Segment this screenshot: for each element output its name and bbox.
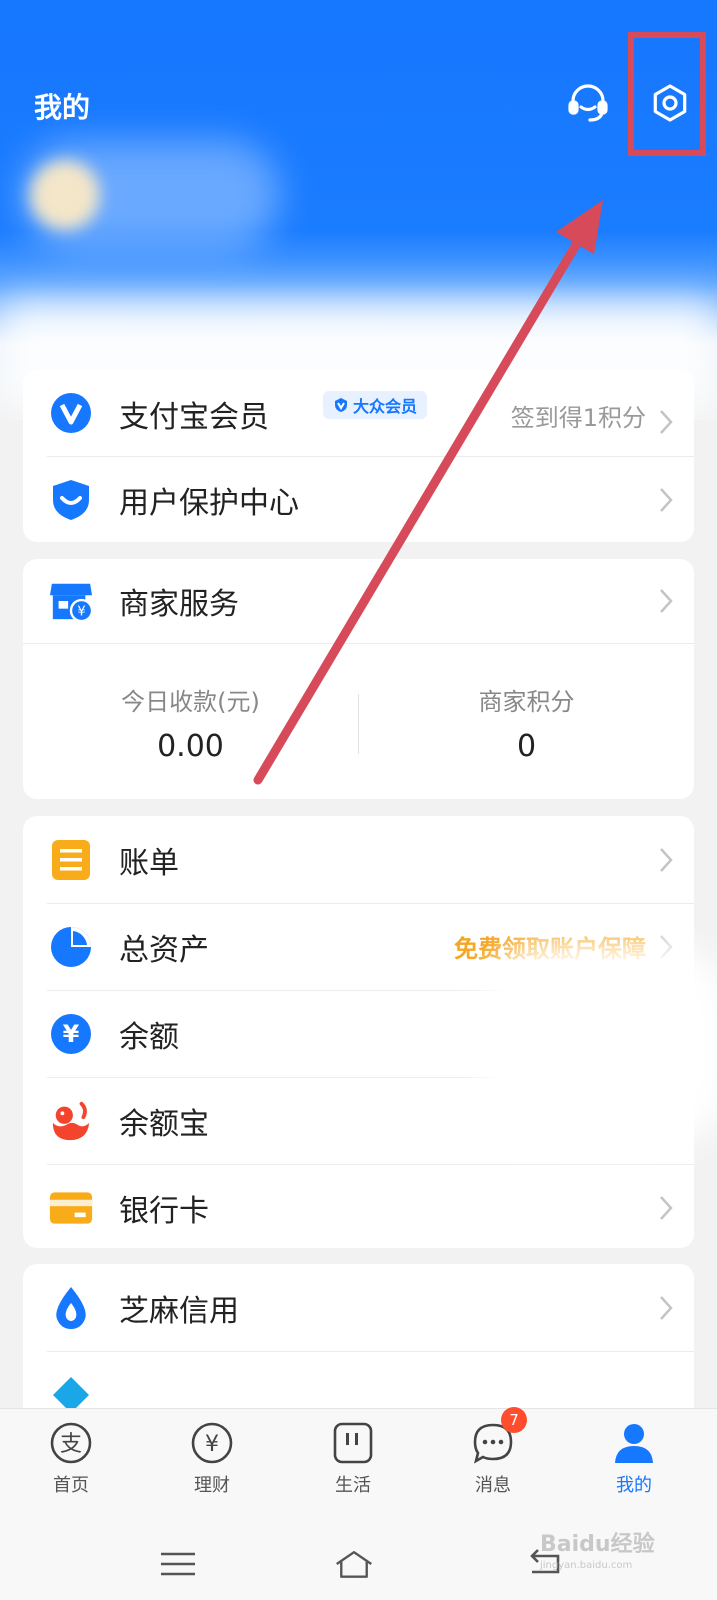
member-badge-icon — [335, 398, 347, 412]
svg-text:¥: ¥ — [63, 1020, 80, 1048]
menu-icon[interactable] — [158, 1548, 198, 1580]
chevron-right-icon — [660, 589, 673, 613]
life-icon — [331, 1421, 375, 1465]
tab-label: 消息 — [475, 1475, 511, 1496]
svg-text:¥: ¥ — [77, 604, 86, 619]
chevron-right-icon — [660, 487, 673, 512]
merchant-stats: 今日收款(元) 0.00 商家积分 0 — [23, 643, 694, 799]
customer-service-button[interactable] — [563, 78, 613, 128]
tab-label: 生活 — [335, 1475, 371, 1496]
alipay-home-icon: 支 — [49, 1421, 93, 1465]
bank-card-icon — [49, 1186, 93, 1230]
tab-home[interactable]: 支 首页 — [11, 1421, 131, 1497]
tab-wealth[interactable]: ¥ 理财 — [152, 1421, 272, 1497]
whale-icon — [49, 1099, 93, 1143]
store-icon: ¥ — [49, 579, 93, 623]
user-protection-label: 用户保护中心 — [119, 485, 299, 521]
blurred-region — [475, 940, 717, 1150]
credit-card: 芝麻信用 — [23, 1264, 694, 1424]
stat-value: 0.00 — [157, 729, 224, 764]
page-title: 我的 — [34, 91, 91, 124]
chevron-right-icon — [660, 847, 673, 872]
message-count-badge: 7 — [501, 1407, 527, 1433]
chat-bubble-icon: 7 — [471, 1407, 527, 1465]
member-row[interactable]: 支付宝会员 大众会员 签到得1积分 — [23, 370, 694, 456]
tab-life[interactable]: 生活 — [293, 1421, 413, 1497]
annotation-highlight-box — [628, 32, 706, 156]
membership-card: 支付宝会员 大众会员 签到得1积分 用户保护中心 — [23, 370, 694, 542]
tab-label: 我的 — [616, 1475, 652, 1496]
merchant-card: ¥ 商家服务 今日收款(元) 0.00 商家积分 0 — [23, 559, 694, 799]
person-icon — [612, 1421, 656, 1465]
checkin-points-text: 签到得1积分 — [510, 404, 646, 432]
watermark-url: jingyan.baidu.com — [540, 1560, 633, 1571]
stat-label: 商家积分 — [478, 688, 575, 716]
bottom-tab-bar: 支 首页 ¥ 理财 生活 7 消息 我的 — [0, 1407, 717, 1528]
user-protection-row[interactable]: 用户保护中心 — [23, 456, 694, 542]
chevron-right-icon — [660, 1195, 673, 1220]
yuan-circle-icon: ¥ — [49, 1012, 93, 1056]
tab-label: 理财 — [194, 1475, 230, 1496]
member-badge-text: 大众会员 — [353, 397, 418, 416]
headset-icon — [568, 84, 608, 122]
chevron-right-icon — [660, 1295, 673, 1320]
watermark-brand: Baidu经验 — [540, 1532, 655, 1557]
merchant-services-label: 商家服务 — [119, 587, 239, 622]
total-assets-label: 总资产 — [119, 932, 209, 968]
stat-label: 今日收款(元) — [121, 688, 260, 716]
sesame-drop-icon — [49, 1286, 93, 1330]
sesame-credit-row[interactable]: 芝麻信用 — [23, 1264, 694, 1351]
home-icon[interactable] — [334, 1548, 374, 1580]
tab-mine[interactable]: 我的 — [574, 1421, 694, 1497]
merchant-points-stat[interactable]: 商家积分 0 — [359, 682, 694, 764]
baidu-watermark: Baidu经验 jingyan.baidu.com — [540, 1526, 655, 1571]
bank-card-row[interactable]: 银行卡 — [23, 1164, 694, 1248]
bill-row[interactable]: 账单 — [23, 816, 694, 903]
stat-value: 0 — [516, 729, 537, 764]
svg-text:支: 支 — [60, 1432, 82, 1457]
tab-label: 首页 — [53, 1475, 89, 1496]
bill-icon — [49, 838, 93, 882]
tab-messages[interactable]: 7 消息 — [433, 1407, 553, 1497]
yuebao-label: 余额宝 — [119, 1106, 209, 1142]
pie-chart-icon — [49, 925, 93, 969]
member-level-badge: 大众会员 — [323, 391, 428, 419]
profile-header — [0, 0, 717, 420]
member-v-icon — [49, 391, 93, 435]
balance-label: 余额 — [119, 1019, 179, 1055]
svg-text:¥: ¥ — [205, 1432, 219, 1457]
merchant-services-row[interactable]: ¥ 商家服务 — [23, 559, 694, 643]
bill-label: 账单 — [119, 845, 179, 881]
member-label: 支付宝会员 — [119, 400, 269, 435]
bank-card-label: 银行卡 — [119, 1193, 209, 1229]
sesame-credit-label: 芝麻信用 — [119, 1293, 239, 1329]
yuan-icon: ¥ — [190, 1421, 234, 1465]
blurred-avatar — [30, 160, 100, 230]
today-income-stat[interactable]: 今日收款(元) 0.00 — [23, 682, 358, 764]
shield-icon — [49, 478, 93, 522]
chevron-right-icon — [660, 410, 673, 434]
